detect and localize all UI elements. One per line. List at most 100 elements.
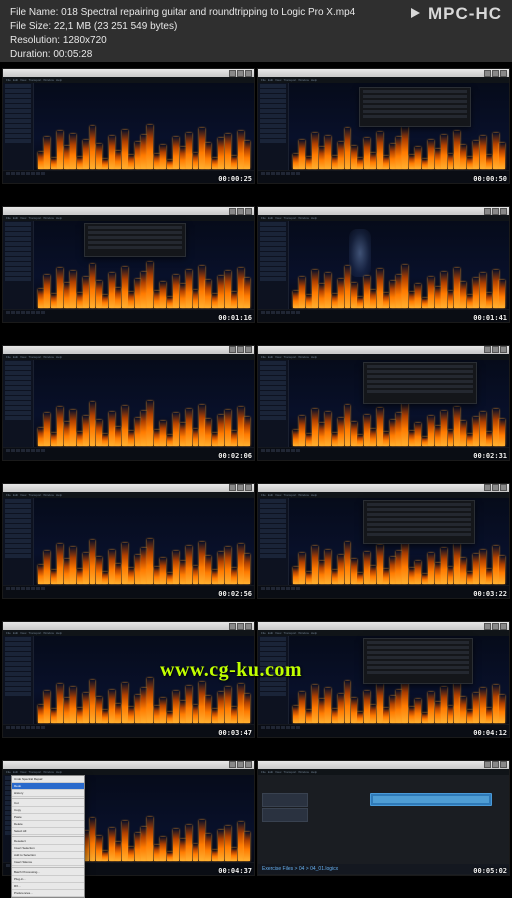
sidebar-row[interactable] [260,544,286,548]
panel-row[interactable] [367,375,473,378]
transport-button[interactable] [296,449,300,452]
window-titlebar[interactable] [258,69,509,77]
sidebar-row[interactable] [260,247,286,251]
window-button[interactable] [484,346,491,353]
menu-item[interactable]: Transport [283,770,296,774]
sidebar-row[interactable] [260,124,286,128]
sidebar-row[interactable] [5,509,31,513]
sidebar-row[interactable] [5,401,31,405]
menu-item[interactable]: File [261,78,266,82]
menu-item[interactable]: Help [56,770,62,774]
sidebar-row[interactable] [5,677,31,681]
dropdown-item[interactable]: RX... [12,883,84,890]
window-button[interactable] [500,208,507,215]
video-thumbnail[interactable]: FileEditViewTransportWindowHelp00:03:22 [257,483,510,599]
video-thumbnail[interactable]: FileEditViewTransportWindowHelp00:04:12 [257,621,510,737]
transport-button[interactable] [11,726,15,729]
spectral-view[interactable] [289,498,509,598]
menu-item[interactable]: Help [56,78,62,82]
side-panel[interactable] [258,636,289,736]
window-button[interactable] [245,761,252,768]
sidebar-row[interactable] [260,381,286,385]
track-area[interactable] [310,793,505,863]
window-button[interactable] [492,70,499,77]
transport-button[interactable] [286,726,290,729]
spectral-view[interactable] [34,360,254,460]
sidebar-row[interactable] [5,84,31,88]
window-titlebar[interactable] [258,484,509,492]
transport-button[interactable] [281,726,285,729]
sidebar-row[interactable] [5,692,31,696]
sidebar-row[interactable] [5,109,31,113]
menu-item[interactable]: Help [311,216,317,220]
dropdown-item[interactable]: Batch Processing... [12,869,84,876]
dropdown-item[interactable]: Select All [12,828,84,835]
dropdown-item[interactable]: Plug-in... [12,876,84,883]
sidebar-row[interactable] [5,396,31,400]
sidebar-row[interactable] [260,637,286,641]
transport-button[interactable] [36,449,40,452]
panel-row[interactable] [367,508,471,511]
window-titlebar[interactable] [258,346,509,354]
menu-item[interactable]: Window [298,493,309,497]
transport-button[interactable] [11,587,15,590]
transport-button[interactable] [276,172,280,175]
sidebar-row[interactable] [260,411,286,415]
panel-row[interactable] [367,365,473,368]
menu-item[interactable]: Transport [283,493,296,497]
sidebar-row[interactable] [260,687,286,691]
transport-button[interactable] [16,449,20,452]
sidebar-row[interactable] [260,401,286,405]
panel-row[interactable] [88,241,182,244]
transport-button[interactable] [26,311,30,314]
sidebar-row[interactable] [260,677,286,681]
panel-row[interactable] [367,523,471,526]
sidebar-row[interactable] [260,222,286,226]
panel-row[interactable] [363,105,467,108]
transport-button[interactable] [41,449,45,452]
window-titlebar[interactable] [3,207,254,215]
side-panel[interactable] [3,498,34,598]
panel-row[interactable] [367,641,469,644]
panel-row[interactable] [367,661,469,664]
sidebar-row[interactable] [5,406,31,410]
sidebar-row[interactable] [260,227,286,231]
sidebar-row[interactable] [260,519,286,523]
transport-button[interactable] [296,726,300,729]
panel-row[interactable] [367,651,469,654]
dropdown-item[interactable]: Deselect [12,838,84,845]
window-button[interactable] [229,623,236,630]
transport-button[interactable] [261,311,265,314]
transport-button[interactable] [36,172,40,175]
sidebar-row[interactable] [5,667,31,671]
window-titlebar[interactable] [3,622,254,630]
menu-item[interactable]: Edit [268,493,273,497]
panel-row[interactable] [363,110,467,113]
sidebar-row[interactable] [5,139,31,143]
transport-button[interactable] [21,587,25,590]
sidebar-row[interactable] [5,237,31,241]
sidebar-row[interactable] [260,554,286,558]
window-button[interactable] [245,623,252,630]
transport-button[interactable] [6,311,10,314]
sidebar-row[interactable] [5,89,31,93]
transport-button[interactable] [281,587,285,590]
transport-button[interactable] [261,726,265,729]
menu-item[interactable]: Window [43,355,54,359]
menu-item[interactable]: View [20,355,26,359]
sidebar-row[interactable] [260,376,286,380]
sidebar-row[interactable] [260,672,286,676]
menu-item[interactable]: Transport [28,78,41,82]
sidebar-row[interactable] [5,277,31,281]
transport-button[interactable] [291,172,295,175]
transport-button[interactable] [26,587,30,590]
side-panel[interactable] [3,636,34,736]
sidebar-row[interactable] [5,662,31,666]
window-button[interactable] [500,70,507,77]
transport-button[interactable] [16,587,20,590]
menu-item[interactable]: Help [311,770,317,774]
sidebar-row[interactable] [260,662,286,666]
window-button[interactable] [237,761,244,768]
sidebar-row[interactable] [260,129,286,133]
sidebar-row[interactable] [260,391,286,395]
